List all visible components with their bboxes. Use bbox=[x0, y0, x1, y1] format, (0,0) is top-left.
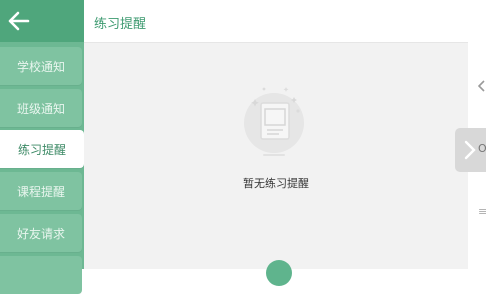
side-drawer-tab[interactable]: O bbox=[455, 128, 486, 172]
back-button[interactable] bbox=[0, 0, 84, 42]
sidebar-item-label: 课程提醒 bbox=[16, 184, 65, 199]
sidebar-item-more[interactable] bbox=[0, 256, 82, 294]
sidebar-item-label: 好友请求 bbox=[16, 226, 65, 241]
floating-action-button[interactable] bbox=[266, 260, 292, 286]
arrow-left-icon bbox=[8, 11, 30, 31]
sidebar-item-class-notice[interactable]: 班级通知 bbox=[0, 89, 82, 127]
empty-document-icon bbox=[244, 87, 304, 156]
sidebar-item-label: 练习提醒 bbox=[17, 142, 66, 157]
menu-icon[interactable]: ≡ bbox=[478, 205, 486, 218]
chevron-right-icon bbox=[464, 140, 476, 160]
sidebar-item-practice-reminder[interactable]: 练习提醒 bbox=[0, 130, 84, 168]
empty-state-text: 暂无练习提醒 bbox=[243, 177, 309, 190]
sidebar-item-course-reminder[interactable]: 课程提醒 bbox=[0, 172, 82, 210]
side-tab-label: O bbox=[478, 142, 486, 155]
sidebar: 学校通知 班级通知 练习提醒 课程提醒 好友请求 bbox=[0, 0, 84, 294]
page-title: 练习提醒 bbox=[94, 17, 147, 32]
page-header: 练习提醒 bbox=[84, 0, 468, 43]
content-area: 暂无练习提醒 bbox=[84, 43, 468, 269]
sidebar-item-school-notice[interactable]: 学校通知 bbox=[0, 47, 82, 85]
sidebar-item-label: 班级通知 bbox=[16, 101, 65, 116]
chevron-left-icon[interactable] bbox=[477, 80, 486, 96]
sidebar-item-friend-request[interactable]: 好友请求 bbox=[0, 214, 82, 252]
sidebar-item-label: 学校通知 bbox=[16, 59, 65, 74]
